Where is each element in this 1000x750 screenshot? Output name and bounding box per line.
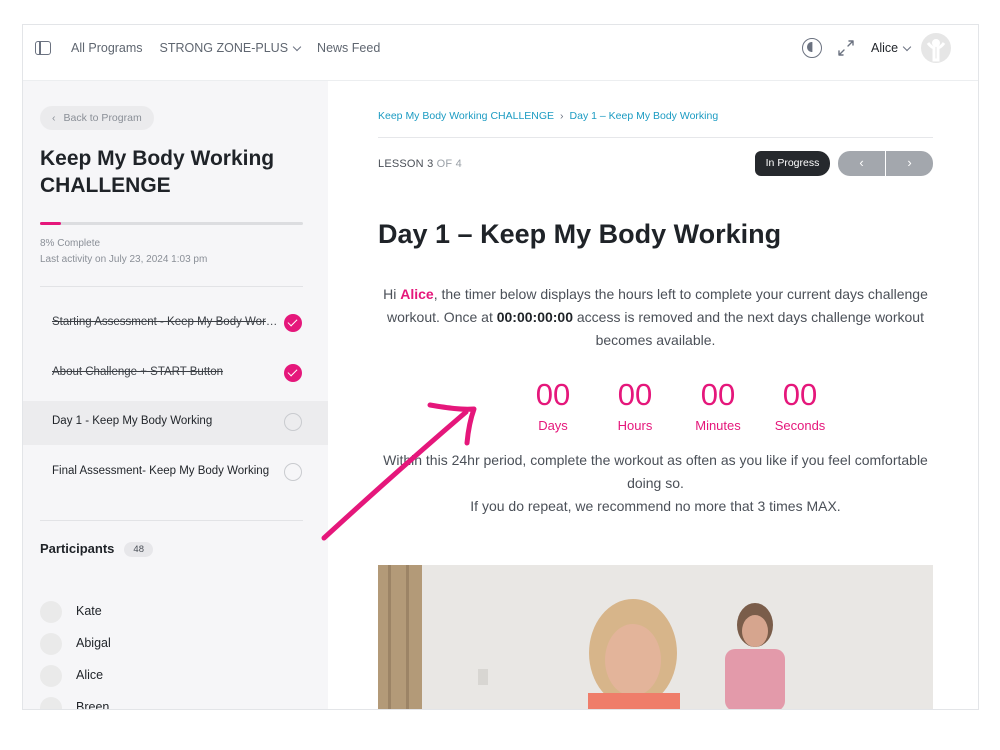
intro-text: Hi Alice, the timer below displays the h… xyxy=(378,283,933,352)
course-title: Keep My Body Working CHALLENGE xyxy=(40,147,275,197)
divider xyxy=(40,520,303,521)
countdown-value: 00 xyxy=(782,377,818,412)
nav-strong-zone-plus-label: STRONG ZONE-PLUS xyxy=(159,41,289,55)
lesson-label: Final Assessment- Keep My Body Working xyxy=(52,465,270,477)
participant-name: Breen xyxy=(76,700,110,710)
countdown-label: Hours xyxy=(617,418,653,433)
page-title: Day 1 – Keep My Body Working xyxy=(378,219,782,249)
intro-time: 00:00:00:00 xyxy=(496,309,573,325)
participants-label: Participants xyxy=(40,541,115,556)
percent-complete: 8% Complete xyxy=(40,238,101,249)
avatar xyxy=(40,633,62,655)
lesson-total: OF 4 xyxy=(436,158,462,170)
chevron-right-icon: › xyxy=(560,110,564,122)
sidebar-toggle-icon[interactable] xyxy=(35,41,51,55)
nav-news-feed[interactable]: News Feed xyxy=(317,41,380,55)
workout-video[interactable] xyxy=(378,565,933,709)
intro-pre: Hi xyxy=(383,286,401,302)
intro-post: access is removed and the next days chal… xyxy=(573,309,924,348)
participant-name: Alice xyxy=(76,668,104,682)
status-badge: In Progress xyxy=(755,151,830,176)
countdown-value: 00 xyxy=(700,377,736,412)
course-progress-bar xyxy=(40,222,303,225)
back-to-program-button[interactable]: ‹ Back to Program xyxy=(40,106,154,130)
lesson-item-day-1[interactable]: Day 1 - Keep My Body Working xyxy=(23,401,328,445)
next-lesson-button[interactable]: › xyxy=(886,151,933,176)
divider xyxy=(378,137,933,138)
countdown-label: Days xyxy=(538,418,568,433)
course-progress-fill xyxy=(40,222,62,225)
instructions-text: Within this 24hr period, complete the wo… xyxy=(378,449,933,518)
check-icon xyxy=(284,364,302,382)
top-bar: All Programs STRONG ZONE-PLUS News Feed … xyxy=(23,25,978,81)
countdown-days: 00 Days xyxy=(513,377,593,433)
countdown-value: 00 xyxy=(535,377,571,412)
top-nav: All Programs STRONG ZONE-PLUS News Feed xyxy=(71,41,380,55)
check-icon xyxy=(284,314,302,332)
countdown-value: 00 xyxy=(617,377,653,412)
back-label: Back to Program xyxy=(63,112,142,124)
incomplete-circle-icon xyxy=(284,413,302,431)
divider xyxy=(40,286,303,287)
app-window: All Programs STRONG ZONE-PLUS News Feed … xyxy=(22,24,979,710)
breadcrumb-course[interactable]: Keep My Body Working CHALLENGE xyxy=(378,110,554,122)
last-activity: Last activity on July 23, 2024 1:03 pm xyxy=(40,254,208,265)
lesson-label: Day 1 - Keep My Body Working xyxy=(52,415,213,427)
countdown-minutes: 00 Minutes xyxy=(678,377,758,433)
avatar[interactable] xyxy=(921,33,951,63)
avatar xyxy=(40,665,62,687)
chevron-left-icon: ‹ xyxy=(52,112,56,124)
avatar xyxy=(40,697,62,709)
nav-strong-zone-plus[interactable]: STRONG ZONE-PLUS xyxy=(159,41,302,55)
previous-lesson-button[interactable]: ‹ xyxy=(838,151,885,176)
intro-username: Alice xyxy=(400,286,434,302)
countdown-seconds: 00 Seconds xyxy=(760,377,840,433)
breadcrumb-lesson[interactable]: Day 1 – Keep My Body Working xyxy=(570,110,719,122)
lesson-label: Starting Assessment - Keep My Body Worki… xyxy=(52,316,280,328)
fullscreen-icon[interactable] xyxy=(837,39,855,57)
countdown-label: Seconds xyxy=(774,418,826,433)
chevron-down-icon xyxy=(292,42,302,52)
video-frame-image xyxy=(378,565,933,709)
instructions-line-2: If you do repeat, we recommend no more t… xyxy=(470,498,841,514)
participant-name: Kate xyxy=(76,604,102,618)
lesson-label: About Challenge + START Button xyxy=(52,366,224,378)
participants-count-badge: 48 xyxy=(124,542,153,557)
countdown-label: Minutes xyxy=(695,418,741,433)
avatar xyxy=(40,601,62,623)
lesson-item-final-assessment[interactable]: Final Assessment- Keep My Body Working xyxy=(23,451,328,495)
lesson-content: Keep My Body Working CHALLENGE › Day 1 – K… xyxy=(328,81,978,709)
lesson-number: LESSON 3 xyxy=(378,158,434,170)
instructions-line-1: Within this 24hr period, complete the wo… xyxy=(383,452,928,491)
breadcrumb: Keep My Body Working CHALLENGE › Day 1 – K… xyxy=(378,110,718,122)
avatar-silhouette-icon xyxy=(926,39,946,62)
course-sidebar: ‹ Back to Program Keep My Body Working CH… xyxy=(23,81,328,710)
lesson-item-about-challenge[interactable]: About Challenge + START Button xyxy=(23,352,328,396)
dark-mode-icon[interactable] xyxy=(802,38,822,58)
nav-all-programs[interactable]: All Programs xyxy=(71,41,143,55)
lesson-counter: LESSON 3 OF 4 xyxy=(378,158,462,170)
incomplete-circle-icon xyxy=(284,463,302,481)
lesson-item-starting-assessment[interactable]: Starting Assessment - Keep My Body Worki… xyxy=(23,302,328,346)
countdown-hours: 00 Hours xyxy=(595,377,675,433)
participants-heading: Participants 48 xyxy=(40,541,153,558)
chevron-down-icon xyxy=(902,42,912,52)
user-name: Alice xyxy=(871,41,899,55)
user-menu[interactable]: Alice xyxy=(871,41,912,55)
participant-name: Abigal xyxy=(76,636,111,650)
